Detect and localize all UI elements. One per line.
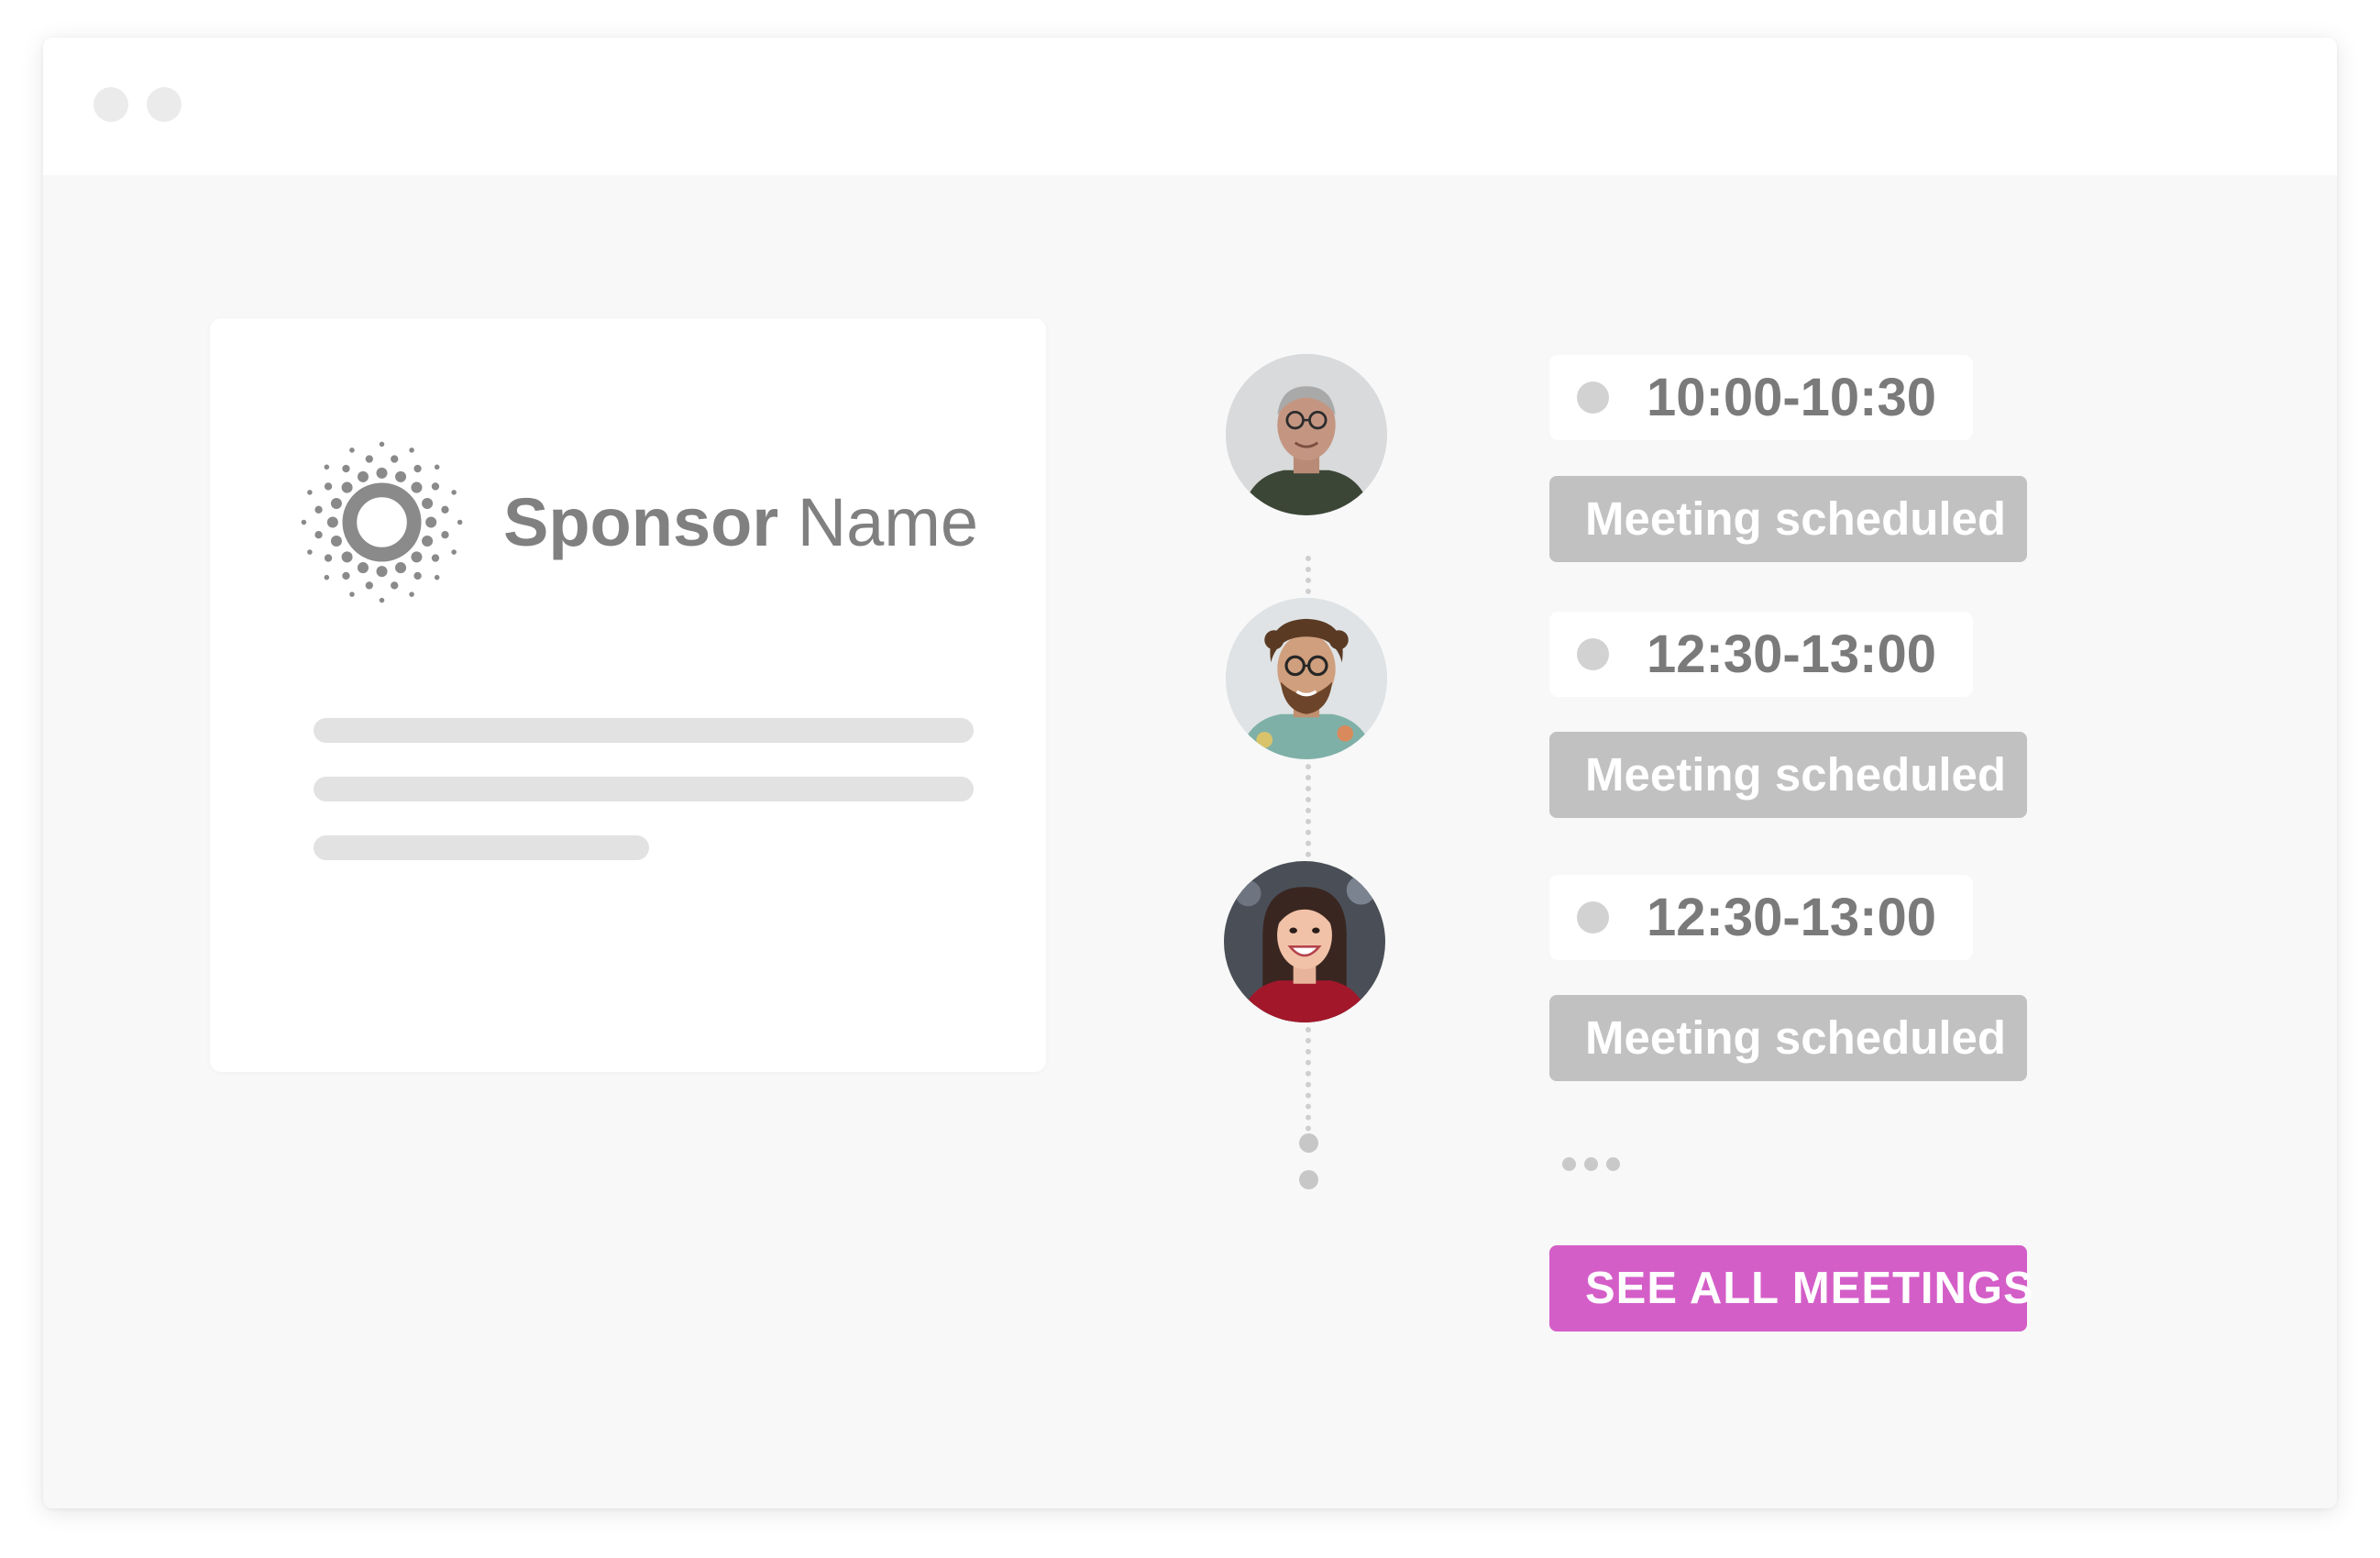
timeline-end-dot bbox=[1299, 1170, 1318, 1189]
meeting-scheduled-button[interactable]: Meeting scheduled bbox=[1549, 732, 2027, 818]
status-dot-icon bbox=[1577, 638, 1609, 670]
meeting-time-chip: 12:30-13:00 bbox=[1549, 612, 1973, 697]
see-all-meetings-button[interactable]: SEE ALL MEETINGS bbox=[1549, 1245, 2033, 1331]
sponsor-name: Sponsor Name bbox=[503, 489, 978, 557]
text-placeholder-line bbox=[314, 835, 649, 860]
avatar-person-curly-hair-beard[interactable] bbox=[1226, 598, 1387, 759]
sunburst-logo-icon bbox=[301, 441, 463, 603]
timeline-end-dot bbox=[1299, 1133, 1318, 1153]
status-dot-icon bbox=[1577, 381, 1609, 414]
meeting-time-chip: 10:00-10:30 bbox=[1549, 355, 1973, 440]
avatar-person-dark-hair-smiling[interactable] bbox=[1224, 861, 1385, 1022]
app-window: Sponsor Name 10:00-10:30 Meeting schedul… bbox=[43, 38, 2337, 1508]
sponsor-name-regular: Name bbox=[797, 484, 979, 560]
meeting-time-chip: 12:30-13:00 bbox=[1549, 875, 1973, 960]
avatar-person-glasses-gray-hair[interactable] bbox=[1226, 354, 1387, 515]
window-dot-2[interactable] bbox=[147, 87, 182, 122]
sponsor-name-bold: Sponsor bbox=[503, 484, 779, 560]
meeting-time: 12:30-13:00 bbox=[1647, 888, 1936, 947]
status-dot-icon bbox=[1577, 901, 1609, 934]
text-placeholder-line bbox=[314, 718, 974, 743]
sponsor-card: Sponsor Name bbox=[210, 318, 1046, 1072]
window-titlebar bbox=[43, 38, 2337, 175]
meeting-scheduled-button[interactable]: Meeting scheduled bbox=[1549, 995, 2027, 1081]
meeting-time: 12:30-13:00 bbox=[1647, 624, 1936, 684]
text-placeholder-line bbox=[314, 777, 974, 801]
more-ellipsis-icon bbox=[1562, 1157, 1626, 1176]
meeting-time: 10:00-10:30 bbox=[1647, 368, 1936, 427]
meeting-scheduled-button[interactable]: Meeting scheduled bbox=[1549, 476, 2027, 562]
window-dot-1[interactable] bbox=[94, 87, 128, 122]
